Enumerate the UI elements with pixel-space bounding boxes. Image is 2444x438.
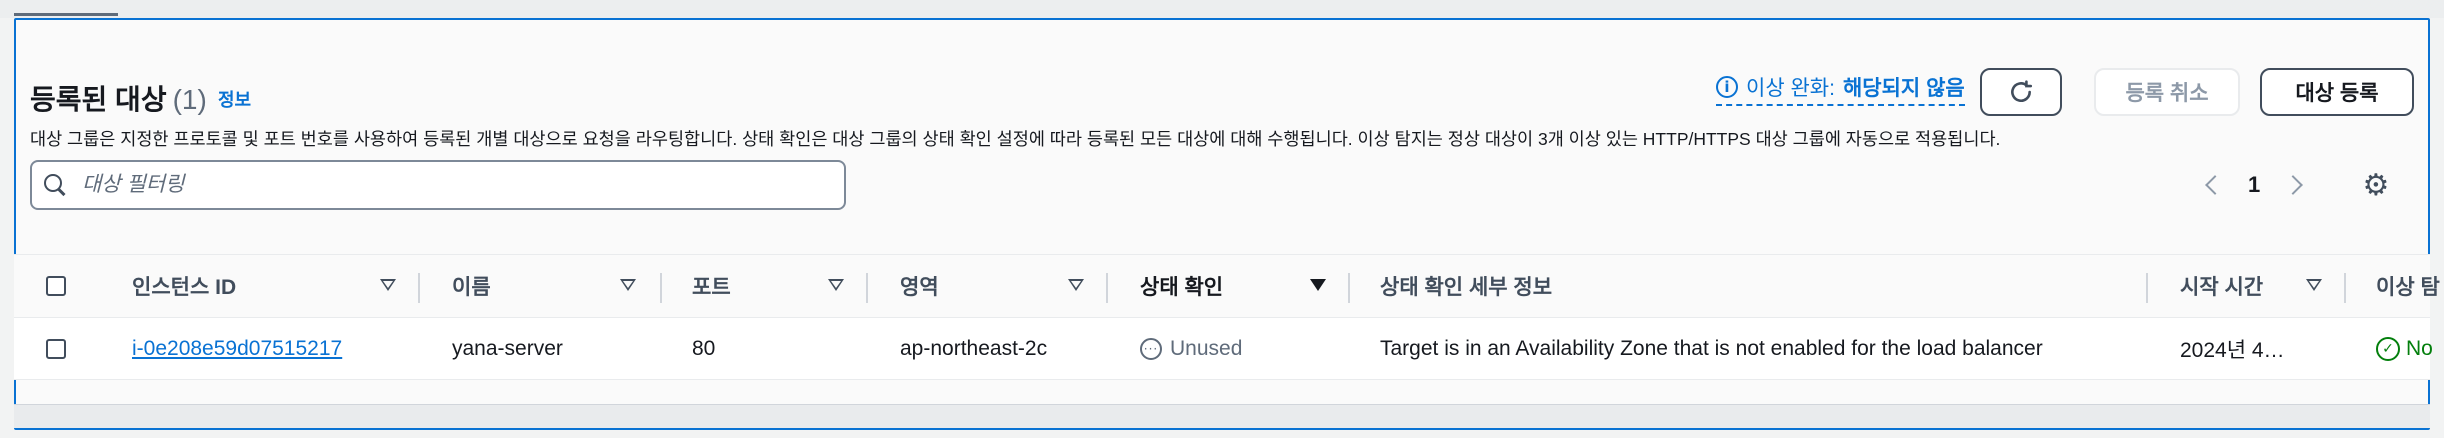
deregister-button[interactable]: 등록 취소 bbox=[2094, 68, 2240, 116]
port-cell: 80 bbox=[692, 336, 716, 360]
horizontal-scrollbar[interactable] bbox=[14, 404, 2430, 428]
anomaly-label: 이상 완화: bbox=[1746, 77, 1835, 100]
instance-id-cell: i-0e208e59d07515217 bbox=[132, 318, 342, 379]
check-circle-icon: ✓ bbox=[2376, 336, 2400, 361]
row-checkbox[interactable] bbox=[46, 338, 66, 359]
target-count: (1) bbox=[172, 84, 207, 115]
register-targets-button[interactable]: 대상 등록 bbox=[2260, 68, 2414, 116]
top-tab-strip bbox=[0, 0, 2444, 18]
column-divider[interactable] bbox=[660, 273, 662, 303]
header-row: 등록된 대상 (1) 정보 i 이상 완화: 해당되지 않음 등록 취소 대상 등… bbox=[30, 48, 2414, 118]
filter-search-box[interactable] bbox=[30, 160, 846, 210]
search-icon bbox=[44, 174, 66, 196]
pagination: 1 bbox=[2205, 172, 2304, 198]
col-health-details[interactable]: 상태 확인 세부 정보 bbox=[1380, 255, 1552, 317]
col-health-status[interactable]: 상태 확인 bbox=[1140, 255, 1223, 317]
column-divider[interactable] bbox=[866, 273, 868, 303]
gear-icon[interactable]: ⚙ bbox=[2362, 171, 2390, 201]
sort-descending-icon[interactable] bbox=[1310, 279, 1326, 291]
launch-time-cell: 2024년 4… bbox=[2180, 338, 2285, 362]
table-row: i-0e208e59d07515217 yana-server 80 ap-no… bbox=[14, 318, 2433, 380]
column-divider[interactable] bbox=[2146, 273, 2148, 303]
health-status-text: Unused bbox=[1170, 336, 1243, 360]
col-name[interactable]: 이름 bbox=[452, 255, 491, 317]
column-divider[interactable] bbox=[1348, 273, 1350, 303]
refresh-button[interactable] bbox=[1980, 68, 2062, 116]
anomaly-status-text: No bbox=[2406, 336, 2433, 360]
name-cell: yana-server bbox=[452, 336, 563, 360]
zone-cell: ap-northeast-2c bbox=[900, 336, 1048, 360]
sort-icon[interactable] bbox=[2306, 279, 2322, 291]
active-tab-indicator bbox=[14, 13, 118, 16]
anomaly-cell: ✓ No bbox=[2376, 318, 2433, 379]
description-text: 대상 그룹은 지정한 프로토콜 및 포트 번호를 사용하여 등록된 개별 대상으… bbox=[30, 129, 2001, 149]
filter-input[interactable] bbox=[82, 173, 822, 197]
health-status-cell: ··· Unused bbox=[1140, 318, 1242, 379]
row-select-cell bbox=[46, 318, 66, 379]
col-zone[interactable]: 영역 bbox=[900, 255, 939, 317]
col-launch-time[interactable]: 시작 시간 bbox=[2180, 255, 2263, 317]
col-port[interactable]: 포트 bbox=[692, 255, 731, 317]
previous-page-icon[interactable] bbox=[2205, 175, 2225, 195]
sort-icon[interactable] bbox=[828, 279, 844, 291]
title-text: 등록된 대상 bbox=[30, 84, 167, 115]
anomaly-value: 해당되지 않음 bbox=[1842, 77, 1965, 100]
table-header: 인스턴스 ID 이름 포트 영역 상태 확인 상태 확인 세부 정보 시작 시간… bbox=[14, 254, 2440, 318]
current-page[interactable]: 1 bbox=[2248, 172, 2260, 198]
info-icon: i bbox=[1716, 76, 1738, 98]
page-title: 등록된 대상 (1) bbox=[30, 78, 207, 118]
sort-icon[interactable] bbox=[620, 279, 636, 291]
refresh-icon bbox=[2011, 80, 2033, 103]
next-page-icon[interactable] bbox=[2283, 175, 2304, 195]
col-anomaly-detection[interactable]: 이상 탐 bbox=[2376, 255, 2440, 317]
col-instance-id[interactable]: 인스턴스 ID bbox=[132, 255, 236, 317]
ellipsis-circle-icon: ··· bbox=[1140, 337, 1162, 360]
column-divider[interactable] bbox=[1106, 273, 1108, 303]
sort-icon[interactable] bbox=[380, 279, 396, 291]
select-all-cell bbox=[46, 255, 66, 317]
column-divider[interactable] bbox=[418, 273, 420, 303]
health-details-cell: Target is in an Availability Zone that i… bbox=[1380, 336, 2043, 360]
instance-id-link[interactable]: i-0e208e59d07515217 bbox=[132, 337, 342, 361]
sort-icon[interactable] bbox=[1068, 279, 1084, 291]
info-link[interactable]: 정보 bbox=[218, 86, 251, 112]
column-divider[interactable] bbox=[2344, 273, 2346, 303]
select-all-checkbox[interactable] bbox=[46, 276, 66, 296]
anomaly-mitigation-status[interactable]: i 이상 완화: 해당되지 않음 bbox=[1716, 72, 1965, 106]
